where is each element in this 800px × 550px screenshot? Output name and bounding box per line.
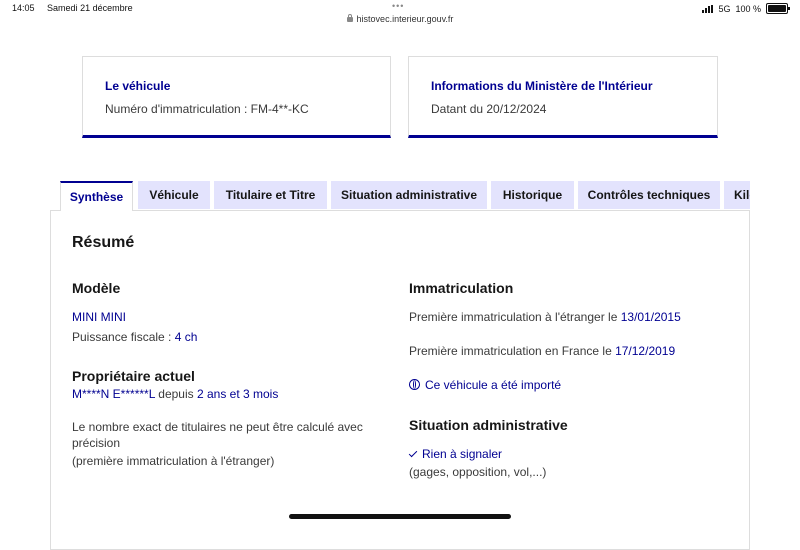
france-registration: Première immatriculation en France le 17… bbox=[409, 344, 675, 359]
status-indicators: 5G 100 % bbox=[702, 3, 790, 14]
foreign-registration: Première immatriculation à l'étranger le… bbox=[409, 310, 681, 325]
owner-count-note-3: (première immatriculation à l'étranger) bbox=[72, 454, 275, 468]
status-date: Samedi 21 décembre bbox=[47, 3, 133, 13]
tab-titulaire-titre[interactable]: Titulaire et Titre bbox=[214, 181, 327, 209]
vehicle-card-title: Le véhicule bbox=[105, 79, 171, 93]
fiscal-power-value: 4 ch bbox=[174, 330, 198, 344]
registration-number: Numéro d'immatriculation : FM-4**-KC bbox=[105, 102, 309, 116]
report-tabs: Synthèse Véhicule Titulaire et Titre Sit… bbox=[60, 181, 750, 211]
battery-level: 100 % bbox=[735, 3, 761, 14]
admin-status-text: Rien à signaler bbox=[422, 447, 503, 461]
france-registration-label: Première immatriculation en France le bbox=[409, 344, 616, 358]
foreign-registration-date: 13/01/2015 bbox=[620, 310, 681, 324]
tab-historique[interactable]: Historique bbox=[491, 181, 574, 209]
home-indicator[interactable] bbox=[289, 514, 511, 519]
vehicle-info-card: Le véhicule Numéro d'immatriculation : F… bbox=[82, 56, 391, 138]
admin-status: Rien à signaler bbox=[408, 447, 503, 462]
address-bar[interactable]: histovec.interieur.gouv.fr bbox=[0, 14, 800, 24]
summary-heading: Résumé bbox=[72, 234, 135, 251]
globe-icon bbox=[409, 379, 420, 390]
ministry-info-card: Informations du Ministère de l'Intérieur… bbox=[408, 56, 718, 138]
network-type: 5G bbox=[718, 3, 731, 14]
battery-icon bbox=[766, 3, 790, 14]
imported-vehicle-link[interactable]: Ce véhicule a été importé bbox=[409, 378, 561, 393]
registration-heading: Immatriculation bbox=[409, 280, 514, 296]
url-text: histovec.interieur.gouv.fr bbox=[356, 14, 454, 24]
model-name: MINI MINI bbox=[72, 310, 126, 324]
multitasking-dots-icon[interactable]: ••• bbox=[392, 1, 404, 11]
france-registration-date: 17/12/2019 bbox=[615, 344, 676, 358]
owner-count-note-1: Le nombre exact de titulaires ne peut êt… bbox=[72, 420, 363, 434]
foreign-registration-label: Première immatriculation à l'étranger le bbox=[409, 310, 621, 324]
fiscal-power-label: Puissance fiscale : bbox=[72, 330, 175, 344]
check-icon bbox=[408, 448, 418, 458]
owner-duration: 2 ans et 3 mois bbox=[196, 387, 279, 401]
admin-details: (gages, opposition, vol,...) bbox=[409, 465, 547, 479]
tab-kilometrage[interactable]: Kilométrage bbox=[724, 181, 750, 209]
imported-vehicle-text: Ce véhicule a été importé bbox=[425, 378, 562, 392]
owner-name: M****N E******L bbox=[72, 387, 155, 401]
status-time-date: 14:05 Samedi 21 décembre bbox=[12, 3, 133, 13]
status-time: 14:05 bbox=[12, 3, 35, 13]
tab-situation-administrative[interactable]: Situation administrative bbox=[331, 181, 487, 209]
tab-vehicule[interactable]: Véhicule bbox=[138, 181, 210, 209]
tab-controles-techniques[interactable]: Contrôles techniques bbox=[578, 181, 720, 209]
owner-since-label: depuis bbox=[154, 387, 197, 401]
report-date: Datant du 20/12/2024 bbox=[431, 102, 547, 116]
admin-situation-heading: Situation administrative bbox=[409, 417, 568, 433]
tab-synthese[interactable]: Synthèse bbox=[60, 181, 133, 211]
lock-icon bbox=[346, 14, 353, 22]
owner-line: M****N E******L depuis 2 ans et 3 mois bbox=[72, 387, 278, 402]
signal-icon bbox=[702, 4, 714, 13]
owner-count-note-2: précision bbox=[72, 436, 121, 450]
ministry-card-title: Informations du Ministère de l'Intérieur bbox=[431, 79, 653, 93]
owner-heading: Propriétaire actuel bbox=[72, 368, 195, 384]
fiscal-power: Puissance fiscale : 4 ch bbox=[72, 330, 197, 345]
model-heading: Modèle bbox=[72, 280, 121, 296]
